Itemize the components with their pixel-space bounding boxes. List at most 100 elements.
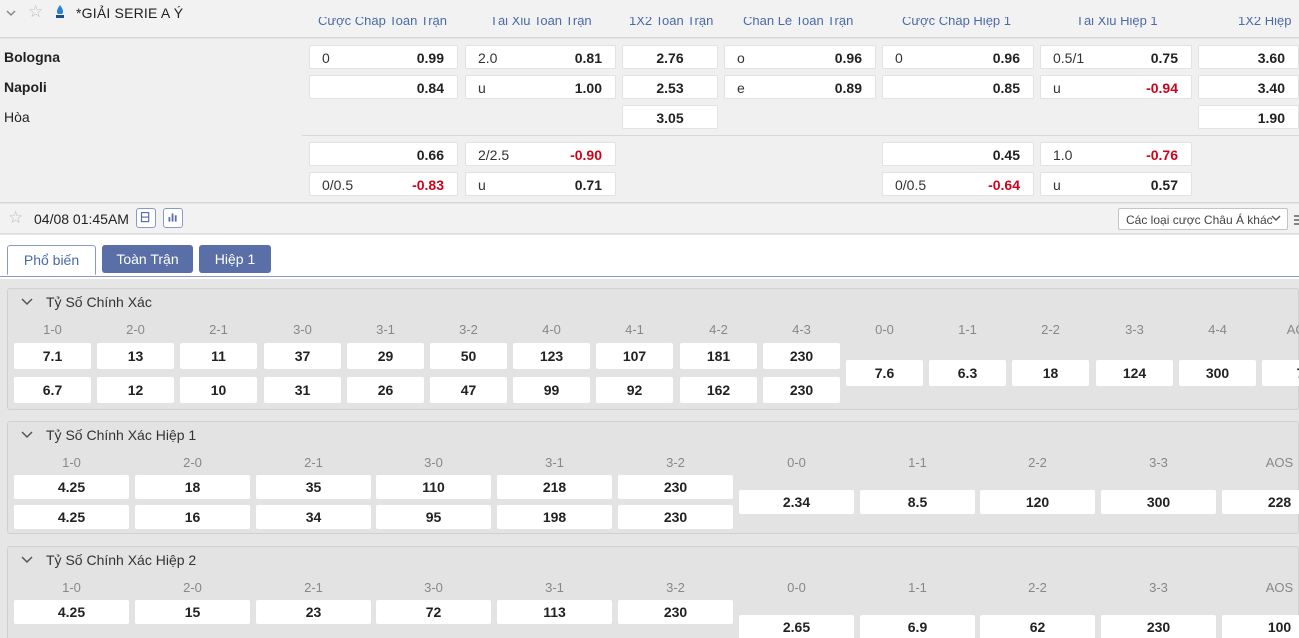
score-odds-cell[interactable]: 13 [97, 343, 174, 369]
odds-cell[interactable]: 1.90 [1198, 105, 1299, 129]
score-odds-cell[interactable]: 4.25 [14, 600, 129, 624]
score-odds-cell[interactable]: 50 [430, 343, 507, 369]
score-odds-cell[interactable]: 72 [376, 600, 491, 624]
score-odds-cell[interactable]: 7.1 [14, 343, 91, 369]
score-label: 2-2 [1041, 322, 1060, 337]
score-odds-cell[interactable]: 230 [763, 343, 840, 369]
score-odds-cell[interactable]: 300 [1101, 490, 1216, 514]
odds-cell[interactable]: 3.60 [1198, 45, 1299, 69]
tab-first-half[interactable]: Hiệp 1 [199, 245, 271, 273]
score-odds-cell[interactable]: 218 [497, 475, 612, 499]
score-odds-cell[interactable]: 18 [1012, 360, 1089, 386]
score-odds-cell[interactable]: 162 [680, 377, 757, 403]
odds-cell[interactable]: 2.0 0.81 [465, 45, 616, 69]
score-odds-cell[interactable]: 230 [1101, 615, 1216, 638]
score-odds-cell[interactable]: 31 [264, 377, 341, 403]
score-odds-cell[interactable]: 100 [1222, 615, 1299, 638]
score-odds-cell[interactable]: 230 [618, 600, 733, 624]
score-odds-cell[interactable]: 228 [1222, 490, 1299, 514]
score-odds-cell[interactable]: 7.6 [846, 360, 923, 386]
score-odds-cell[interactable]: 4.25 [14, 505, 129, 529]
score-odds-cell[interactable]: 230 [618, 505, 733, 529]
score-odds-cell[interactable]: 123 [513, 343, 590, 369]
score-odds-cell[interactable]: 92 [596, 377, 673, 403]
score-odds-cell[interactable]: 110 [376, 475, 491, 499]
score-label: 0-0 [787, 455, 806, 470]
score-odds-cell[interactable]: 230 [618, 475, 733, 499]
score-odds-cell[interactable]: 23 [256, 600, 371, 624]
score-odds-cell[interactable]: 2.34 [739, 490, 854, 514]
odds-cell[interactable]: 1.0 -0.76 [1040, 142, 1192, 166]
score-odds-cell[interactable]: 6.9 [860, 615, 975, 638]
section-title: Tỷ Số Chính Xác Hiệp 1 [46, 427, 197, 443]
score-odds-cell[interactable]: 107 [596, 343, 673, 369]
score-odds-cell[interactable]: 29 [347, 343, 424, 369]
odds-cell[interactable]: u -0.94 [1040, 75, 1192, 99]
score-odds-cell[interactable]: 26 [347, 377, 424, 403]
chevron-down-icon[interactable] [21, 431, 33, 439]
score-odds-cell[interactable]: 113 [497, 600, 612, 624]
score-odds-cell[interactable]: 8.5 [860, 490, 975, 514]
favorite-star-icon[interactable]: ☆ [8, 208, 23, 228]
score-odds-cell[interactable]: 6.7 [14, 377, 91, 403]
odds-cell[interactable]: u 0.57 [1040, 172, 1192, 196]
score-label: 0-0 [787, 580, 806, 595]
score-odds-cell[interactable]: 181 [680, 343, 757, 369]
score-odds-cell[interactable]: 16 [135, 505, 250, 529]
score-odds-cell[interactable]: 18 [135, 475, 250, 499]
odds-cell[interactable]: 0/0.5 -0.64 [882, 172, 1034, 196]
tab-popular[interactable]: Phổ biến [7, 245, 96, 275]
score-odds-cell[interactable]: 11 [180, 343, 257, 369]
more-menu-icon[interactable] [1294, 214, 1299, 226]
score-odds-cell[interactable]: 47 [430, 377, 507, 403]
stats-button[interactable] [163, 208, 183, 228]
odds-cell[interactable]: e 0.89 [724, 75, 876, 99]
score-label: 2-0 [183, 455, 202, 470]
score-odds-cell[interactable]: 7 [1262, 360, 1299, 386]
score-odds-cell[interactable]: 37 [264, 343, 341, 369]
chevron-down-icon[interactable] [21, 298, 33, 306]
score-label: 3-3 [1149, 580, 1168, 595]
score-odds-cell[interactable]: 4.25 [14, 475, 129, 499]
tab-full-match[interactable]: Toàn Trận [102, 245, 193, 273]
odds-cell[interactable]: u 0.71 [465, 172, 616, 196]
score-odds-cell[interactable]: 198 [497, 505, 612, 529]
score-odds-cell[interactable]: 230 [763, 377, 840, 403]
odds-cell[interactable]: 0 0.96 [882, 45, 1034, 69]
score-odds-cell[interactable]: 124 [1096, 360, 1173, 386]
odds-cell[interactable]: 0.84 [309, 75, 458, 99]
odds-cell[interactable]: 0/0.5 -0.83 [309, 172, 458, 196]
column-header-oe: Chẵn Lẻ Toàn Trận [743, 17, 854, 28]
odds-cell[interactable]: 3.40 [1198, 75, 1299, 99]
favorite-star-icon[interactable]: ☆ [28, 3, 43, 21]
score-label: AOS [1265, 455, 1294, 470]
bet-type-select[interactable]: Các loại cược Châu Á khác [1118, 208, 1288, 230]
score-odds-cell[interactable]: 2.65 [739, 615, 854, 638]
odds-cell[interactable]: 0 0.99 [309, 45, 458, 69]
odds-cell[interactable]: 0.45 [882, 142, 1034, 166]
score-odds-cell[interactable]: 99 [513, 377, 590, 403]
score-odds-cell[interactable]: 10 [180, 377, 257, 403]
scoreboard-button[interactable] [136, 208, 156, 228]
chevron-down-icon[interactable] [5, 7, 17, 19]
odds-cell[interactable]: o 0.96 [724, 45, 876, 69]
chevron-down-icon[interactable] [21, 556, 33, 564]
score-odds-cell[interactable]: 62 [980, 615, 1095, 638]
odds-cell[interactable]: 3.05 [622, 105, 718, 129]
score-odds-cell[interactable]: 120 [980, 490, 1095, 514]
odds-cell[interactable]: 2.76 [622, 45, 718, 69]
score-odds-cell[interactable]: 300 [1179, 360, 1256, 386]
score-odds-cell[interactable]: 15 [135, 600, 250, 624]
score-odds-cell[interactable]: 12 [97, 377, 174, 403]
odds-cell[interactable]: 0.85 [882, 75, 1034, 99]
odds-cell[interactable]: 2/2.5 -0.90 [465, 142, 616, 166]
score-odds-cell[interactable]: 6.3 [929, 360, 1006, 386]
score-odds-cell[interactable]: 95 [376, 505, 491, 529]
odds-cell[interactable]: u 1.00 [465, 75, 616, 99]
score-odds-cell[interactable]: 34 [256, 505, 371, 529]
odds-cell[interactable]: 0.5/1 0.75 [1040, 45, 1192, 69]
odds-cell[interactable]: 2.53 [622, 75, 718, 99]
match-odds-area: Bologna Napoli Hòa 0 0.99 2.0 0.81 2.76 o0… [0, 39, 1299, 203]
odds-cell[interactable]: 0.66 [309, 142, 458, 166]
score-odds-cell[interactable]: 35 [256, 475, 371, 499]
